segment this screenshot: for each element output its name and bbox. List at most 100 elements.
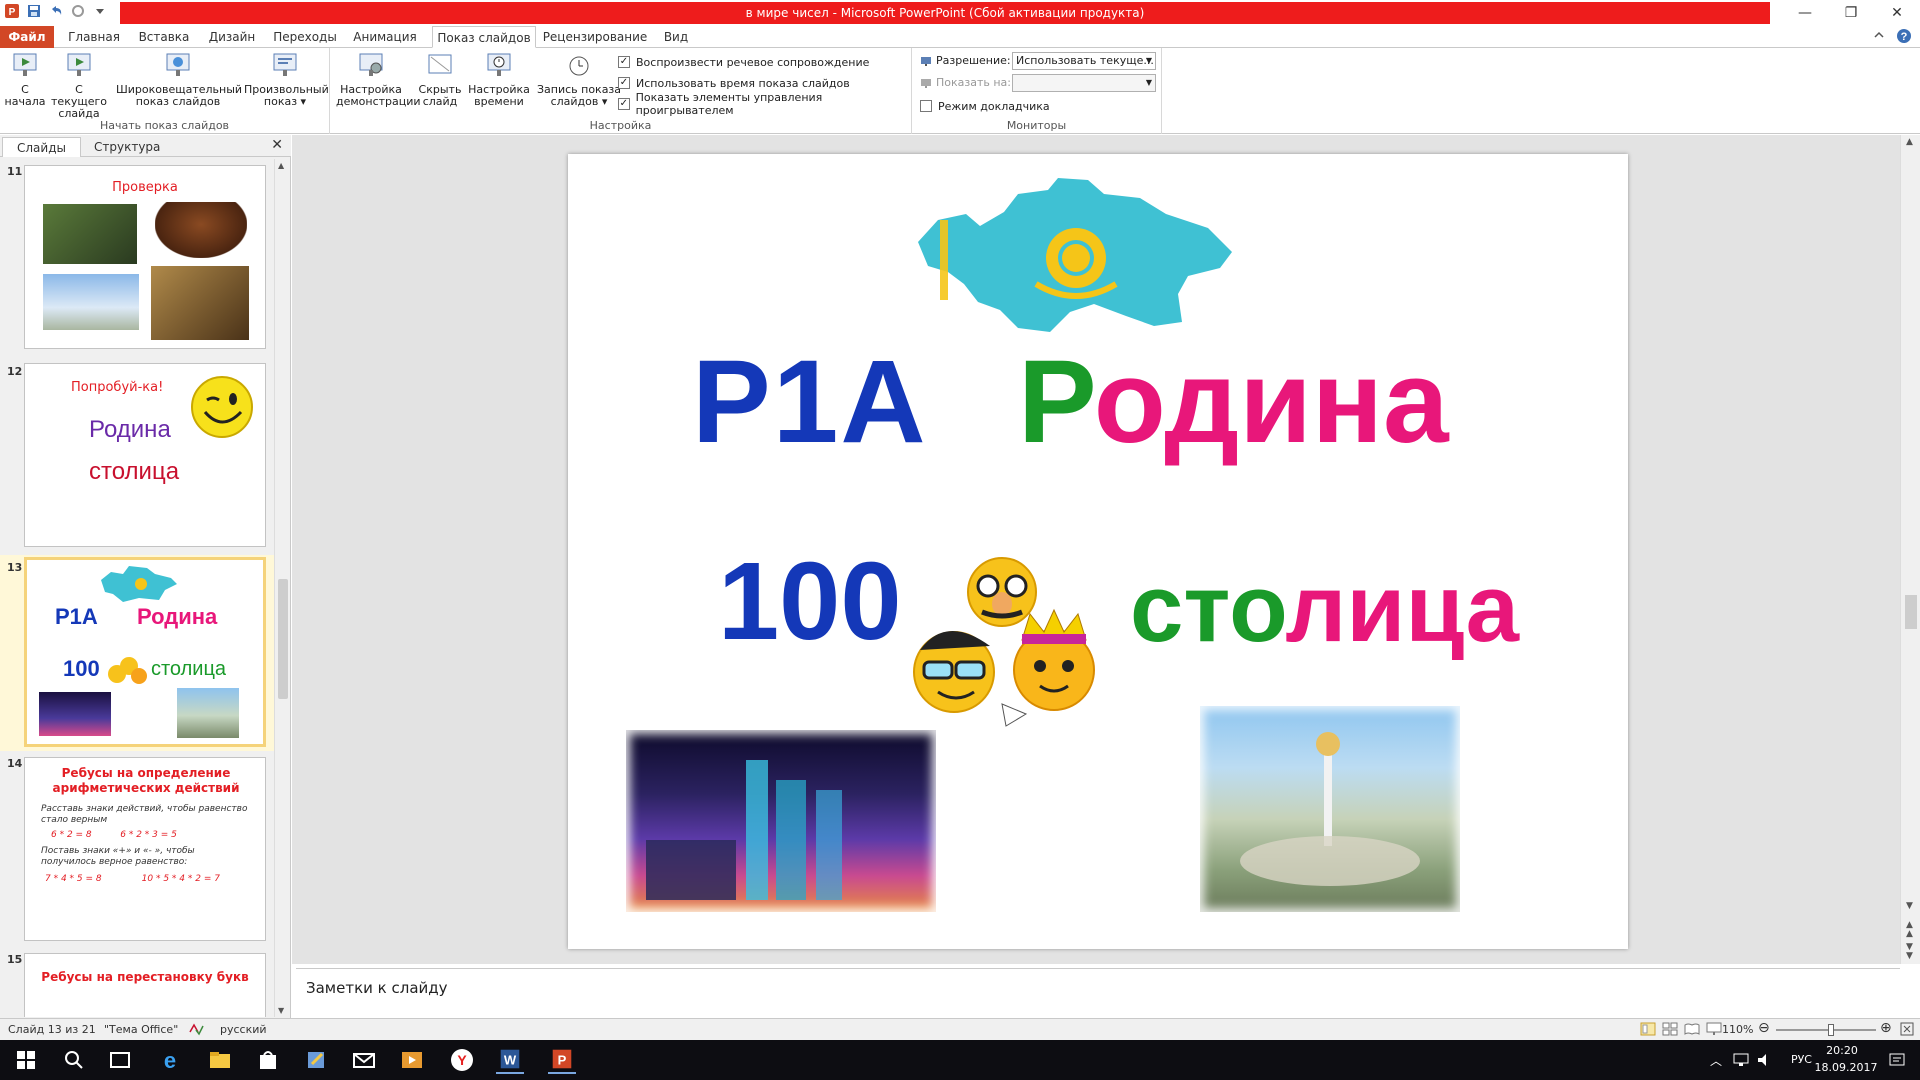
undo-icon[interactable] xyxy=(48,3,64,19)
svg-text:P: P xyxy=(558,1053,567,1068)
slideshow-view-icon[interactable] xyxy=(1706,1022,1722,1036)
slide-sorter-icon[interactable] xyxy=(1662,1022,1678,1036)
tab-home[interactable]: Главная xyxy=(62,26,126,48)
file-explorer-icon[interactable] xyxy=(206,1046,234,1074)
minimize-button[interactable]: — xyxy=(1782,0,1828,26)
task-view-icon[interactable] xyxy=(106,1046,134,1074)
baiterek-photo xyxy=(1200,706,1460,912)
scroll-up-icon[interactable]: ▲ xyxy=(278,161,284,170)
tab-slide-show[interactable]: Показ слайдов xyxy=(432,26,536,48)
custom-show-button[interactable]: Произвольный показ ▾ xyxy=(244,52,329,108)
tab-slides[interactable]: Слайды xyxy=(2,137,81,157)
mail-icon[interactable] xyxy=(350,1046,378,1074)
checkbox-use-timings[interactable]: ✓ Использовать время показа слайдов xyxy=(618,75,850,91)
ribbon: Сначала С текущего слайда Широковещательн… xyxy=(0,48,1920,134)
from-beginning-button[interactable]: Сначала xyxy=(4,52,46,108)
volume-icon[interactable] xyxy=(1756,1052,1774,1068)
normal-view-icon[interactable] xyxy=(1640,1022,1656,1036)
zoom-slider-thumb[interactable] xyxy=(1828,1024,1834,1036)
tab-review[interactable]: Рецензирование xyxy=(542,26,648,48)
resolution-dropdown[interactable]: Использовать текуще... ▼ xyxy=(1012,52,1156,70)
paint-app-icon[interactable] xyxy=(302,1046,330,1074)
notifications-icon[interactable] xyxy=(1888,1052,1906,1068)
help-icon[interactable]: ? xyxy=(1896,28,1912,44)
slide-canvas[interactable]: Р1А Родина 100 столица xyxy=(568,154,1628,949)
scrollbar-thumb[interactable] xyxy=(1905,595,1917,629)
show-on-row: Показать на: xyxy=(920,76,1011,89)
powerpoint-app-icon[interactable]: P xyxy=(4,3,20,19)
windows-start-icon[interactable] xyxy=(12,1046,40,1074)
restore-button[interactable]: ❐ xyxy=(1828,0,1874,26)
media-player-icon[interactable] xyxy=(398,1046,426,1074)
edge-browser-icon[interactable]: e xyxy=(156,1046,184,1074)
record-slideshow-button[interactable]: Запись показа слайдов ▾ xyxy=(536,52,622,108)
customize-qat-icon[interactable] xyxy=(92,3,108,19)
tab-file[interactable]: Файл xyxy=(0,26,54,48)
thumbnail-canvas: Ребусы на определение арифметических дей… xyxy=(24,757,266,941)
theme-name[interactable]: "Тема Office" xyxy=(104,1023,178,1036)
scroll-up-icon[interactable]: ▲ xyxy=(1906,137,1913,147)
workspace-scrollbar[interactable]: ▲ ▼ ▲ ▲ ▼ ▼ xyxy=(1900,135,1920,964)
notes-placeholder[interactable]: Заметки к слайду xyxy=(306,979,448,997)
redo-icon[interactable] xyxy=(70,3,86,19)
language-indicator[interactable]: русский xyxy=(220,1023,267,1036)
reading-view-icon[interactable] xyxy=(1684,1022,1700,1036)
search-icon[interactable] xyxy=(60,1046,88,1074)
save-icon[interactable] xyxy=(26,3,42,19)
thumbnail-word-rodina: Родина xyxy=(137,604,218,629)
tab-insert[interactable]: Вставка xyxy=(134,26,194,48)
show-on-dropdown[interactable]: ▼ xyxy=(1012,74,1156,92)
scrollbar-thumb[interactable] xyxy=(278,579,288,699)
keyboard-language[interactable]: РУС xyxy=(1791,1053,1812,1066)
next-slide-icon[interactable]: ▼ ▼ xyxy=(1906,943,1913,961)
thumbnail-slide-12[interactable]: 12 Попробуй-ка! Родина столица xyxy=(0,359,274,555)
zoom-level[interactable]: 110% xyxy=(1722,1023,1753,1036)
clock-date[interactable]: 18.09.2017 xyxy=(1812,1061,1880,1074)
checkbox-show-media-controls-box[interactable]: ✓ xyxy=(618,98,630,110)
close-button[interactable]: ✕ xyxy=(1874,0,1920,26)
slides-panel-scrollbar[interactable]: ▲ ▼ xyxy=(274,159,290,1017)
rehearse-timings-button[interactable]: Настройка времени xyxy=(468,52,530,108)
tower-shape xyxy=(646,840,736,900)
checkbox-play-narrations[interactable]: ✓ Воспроизвести речевое сопровождение xyxy=(618,54,869,70)
scroll-down-icon[interactable]: ▼ xyxy=(1906,901,1913,911)
scroll-down-icon[interactable]: ▼ xyxy=(278,1006,284,1015)
thumbnail-slide-14[interactable]: 14 Ребусы на определение арифметических … xyxy=(0,751,274,947)
help-area: ? xyxy=(1872,28,1912,44)
previous-slide-icon[interactable]: ▲ ▲ xyxy=(1906,921,1913,939)
word-app-icon[interactable]: W xyxy=(496,1046,524,1074)
zoom-out-icon[interactable]: ⊖ xyxy=(1758,1020,1770,1036)
zoom-in-icon[interactable]: ⊕ xyxy=(1880,1020,1892,1036)
spellcheck-icon[interactable] xyxy=(188,1022,204,1036)
tab-animation[interactable]: Анимация xyxy=(348,26,422,48)
tab-design[interactable]: Дизайн xyxy=(202,26,262,48)
checkbox-presenter-view-box[interactable] xyxy=(920,100,932,112)
tab-view[interactable]: Вид xyxy=(656,26,696,48)
checkbox-play-narrations-box[interactable]: ✓ xyxy=(618,56,630,68)
thumbnail-title: Ребусы на перестановку букв xyxy=(41,970,249,984)
network-icon[interactable] xyxy=(1732,1052,1750,1068)
clock-time[interactable]: 20:20 xyxy=(1812,1044,1872,1057)
from-current-slide-button[interactable]: С текущего слайда xyxy=(48,52,110,120)
chevron-up-icon[interactable]: ︿ xyxy=(1710,1052,1722,1069)
notes-pane[interactable]: Заметки к слайду xyxy=(296,968,1900,1018)
thumbnail-slide-15[interactable]: 15 Ребусы на перестановку букв xyxy=(0,947,274,1017)
minimize-ribbon-icon[interactable] xyxy=(1872,28,1886,42)
svg-text:P: P xyxy=(9,7,16,18)
tab-outline[interactable]: Структура xyxy=(80,137,174,157)
zoom-slider[interactable] xyxy=(1776,1024,1876,1036)
thumbnail-slide-13[interactable]: 13 Р1А Родина 100 столица xyxy=(0,555,274,751)
yandex-browser-icon[interactable]: Y xyxy=(448,1046,476,1074)
broadcast-slideshow-button[interactable]: Широковещательный показ слайдов xyxy=(116,52,242,108)
checkbox-use-timings-box[interactable]: ✓ xyxy=(618,77,630,89)
tab-transitions[interactable]: Переходы xyxy=(270,26,340,48)
setup-show-button[interactable]: Настройка демонстрации xyxy=(336,52,421,108)
checkbox-show-media-controls[interactable]: ✓ Показать элементы управления проигрыва… xyxy=(618,91,911,117)
store-icon[interactable] xyxy=(254,1046,282,1074)
powerpoint-app-icon[interactable]: P xyxy=(548,1046,576,1074)
close-icon[interactable]: ✕ xyxy=(271,137,283,153)
thumbnail-slide-11[interactable]: 11 Проверка xyxy=(0,159,274,359)
fit-to-window-icon[interactable] xyxy=(1900,1022,1914,1036)
hide-slide-button[interactable]: Скрыть слайд xyxy=(416,52,464,108)
checkbox-presenter-view[interactable]: Режим докладчика xyxy=(920,98,1050,114)
